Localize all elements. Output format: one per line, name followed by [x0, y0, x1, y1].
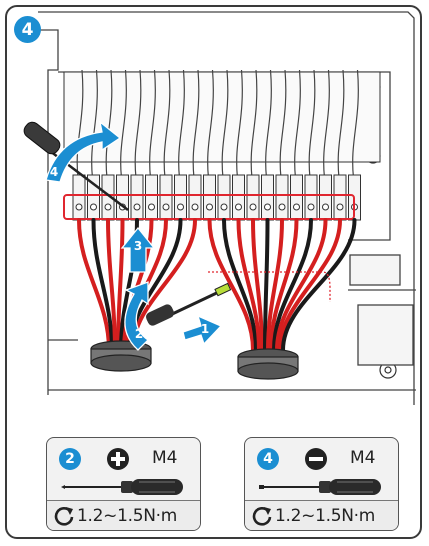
callout-3: 3 [134, 239, 142, 253]
screw-size: M4 [350, 448, 376, 468]
terminal [304, 174, 318, 221]
terminal-block [72, 174, 361, 221]
terminal [333, 174, 347, 221]
terminal-screw [322, 203, 329, 211]
terminal-screw [235, 203, 242, 211]
phillips-plus-icon [107, 448, 129, 470]
terminal-screw [220, 203, 228, 211]
rotate-clockwise-icon [252, 507, 272, 526]
callout-2: 2 [135, 327, 143, 341]
terminal [174, 174, 187, 221]
terminal-screw [206, 203, 213, 211]
torque-value: 1.2~1.5N·m [77, 506, 177, 526]
terminal [232, 174, 245, 221]
tool-card-header: 2 M4 [47, 438, 200, 500]
terminal-screw [307, 203, 315, 211]
torque-row: 1.2~1.5N·m [245, 500, 398, 530]
installation-illustration: 4 3 1 2 [23, 11, 416, 405]
terminal-screw [191, 203, 199, 211]
terminal-screw [264, 203, 271, 211]
step-badge: 4 [14, 16, 41, 43]
terminal-screw [278, 203, 286, 211]
callout-1: 1 [201, 322, 209, 336]
flat-screwdriver-icon [259, 479, 381, 495]
rotate-clockwise-icon [54, 507, 74, 526]
terminal-screw [90, 203, 97, 211]
terminal-screw [133, 203, 141, 211]
terminal-screw [162, 203, 170, 211]
terminal-screw [75, 203, 83, 211]
terminal-screw [293, 203, 300, 211]
terminal [72, 174, 86, 221]
tool-step-number: 4 [257, 448, 279, 470]
terminal-screw [336, 203, 344, 211]
terminal [188, 174, 202, 221]
screw-size: M4 [152, 448, 178, 468]
tool-card-header: 4 M4 [245, 438, 398, 500]
torque-row: 1.2~1.5N·m [47, 500, 200, 530]
clamp-screwdriver [145, 282, 232, 326]
terminal [130, 174, 144, 221]
terminal [159, 174, 173, 221]
flat-minus-icon [305, 448, 327, 470]
terminal [145, 174, 158, 221]
terminal [319, 174, 332, 221]
tool-card-phillips: 2 M4 1.2~1.5N·m [46, 437, 201, 531]
terminal-screw [104, 203, 112, 211]
terminal [275, 174, 289, 221]
terminal [217, 174, 231, 221]
tool-card-flat: 4 M4 1.2~1.5N·m [244, 437, 399, 531]
terminal-screw [148, 203, 155, 211]
terminal-screw [177, 203, 184, 211]
terminal [261, 174, 274, 221]
terminal [246, 174, 260, 221]
terminal [290, 174, 303, 221]
phillips-screwdriver-icon [61, 479, 183, 495]
terminal [203, 174, 216, 221]
torque-value: 1.2~1.5N·m [275, 506, 375, 526]
terminal-screw [249, 203, 257, 211]
tool-step-number: 2 [59, 448, 81, 470]
callout-4: 4 [50, 165, 58, 179]
terminal [116, 174, 129, 221]
